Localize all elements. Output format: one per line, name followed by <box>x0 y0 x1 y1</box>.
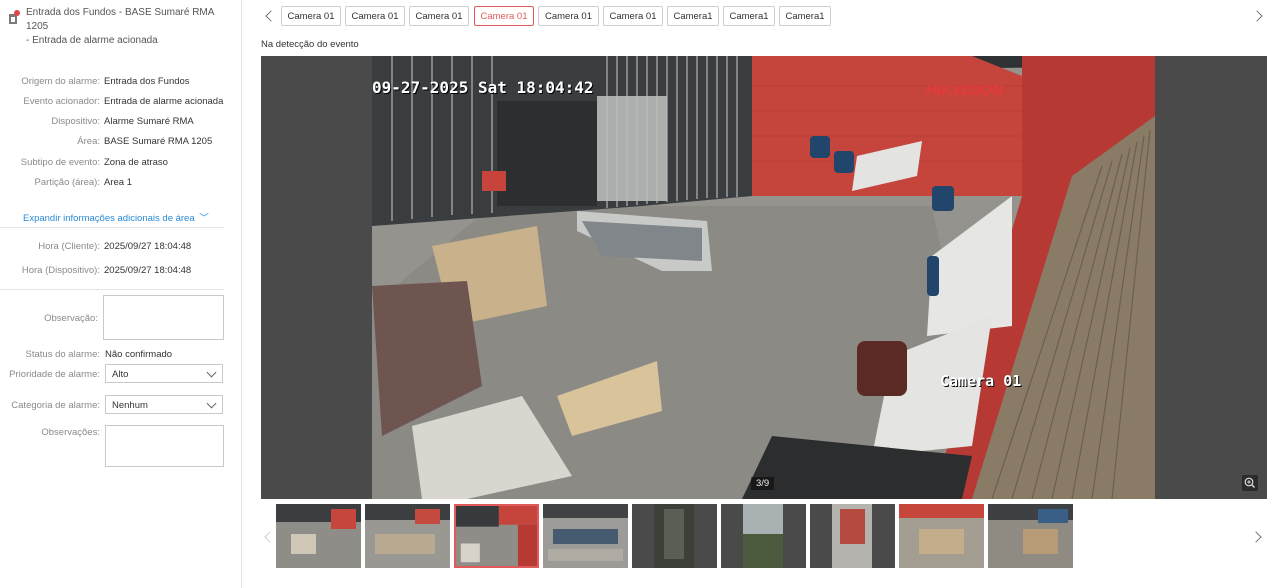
thumbnail[interactable] <box>632 504 717 568</box>
tab-camera[interactable]: Camera 01 <box>281 6 341 26</box>
detail-value: Entrada dos Fundos <box>104 76 190 87</box>
detail-value: Zona de atraso <box>104 157 168 168</box>
tab-camera[interactable]: Camera 01 <box>603 6 663 26</box>
category-label: Categoria de alarme: <box>11 400 100 411</box>
tab-camera[interactable]: Camera1 <box>779 6 831 26</box>
thumbnail-active[interactable] <box>454 504 539 568</box>
thumbnail[interactable] <box>276 504 361 568</box>
tab-camera[interactable]: Camera 01 <box>538 6 599 26</box>
divider <box>0 289 224 290</box>
detail-value: Area 1 <box>104 177 132 188</box>
thumbs-next-icon[interactable] <box>1250 531 1262 543</box>
detail-value: BASE Sumaré RMA 1205 <box>104 136 213 147</box>
observacoes-label: Observações: <box>41 427 100 438</box>
tabs-prev-icon[interactable] <box>265 10 277 22</box>
status-value: Não confirmado <box>105 349 173 360</box>
category-select[interactable]: Nenhum <box>105 395 223 414</box>
alarm-input-icon <box>9 10 20 24</box>
image-viewer[interactable]: 09-27-2025 Sat 18:04:42 HIKVISION Camera… <box>261 56 1267 499</box>
tab-camera[interactable]: Camera 01 <box>409 6 469 26</box>
tab-camera[interactable]: Camera 01 <box>345 6 405 26</box>
time-value: 2025/09/27 18:04:48 <box>104 265 192 276</box>
detail-label: Origem do alarme: <box>21 76 100 87</box>
chevron-down-icon <box>206 398 217 409</box>
detail-label: Evento acionador: <box>23 96 100 107</box>
status-label: Status do alarme: <box>25 349 100 360</box>
detail-row-dispositivo: Dispositivo: Alarme Sumaré RMA <box>0 115 241 129</box>
viewer-subtitle: Na detecção do evento <box>261 39 359 50</box>
observacoes-input[interactable] <box>105 425 224 467</box>
thumbnail[interactable] <box>899 504 984 568</box>
detail-value: Entrada de alarme acionada <box>104 96 224 107</box>
alarm-title: Entrada dos Fundos - BASE Sumaré RMA 120… <box>26 7 214 32</box>
status-row: Status do alarme: Não confirmado <box>0 348 241 362</box>
detail-label: Dispositivo: <box>51 116 100 127</box>
chevron-down-icon <box>206 367 217 378</box>
observacao-label: Observação: <box>44 313 98 324</box>
detail-row-evento: Evento acionador: Entrada de alarme acio… <box>0 95 241 109</box>
thumbnail[interactable] <box>810 504 895 568</box>
detail-label: Subtipo de evento: <box>20 157 100 168</box>
thumbnail[interactable] <box>543 504 628 568</box>
time-row-device: Hora (Dispositivo): 2025/09/27 18:04:48 <box>0 264 241 278</box>
zoom-in-icon <box>1244 477 1255 488</box>
detail-label: Partição (área): <box>34 177 100 188</box>
osd-camera-name: Camera 01 <box>940 372 1022 390</box>
time-label: Hora (Cliente): <box>38 241 100 252</box>
priority-select[interactable]: Alto <box>105 364 223 383</box>
thumbnail[interactable] <box>365 504 450 568</box>
tab-camera-active[interactable]: Camera 01 <box>474 6 534 26</box>
alarm-subtitle: - Entrada de alarme acionada <box>26 35 158 46</box>
zoom-in-button[interactable] <box>1242 475 1258 491</box>
expand-label: Expandir informações adicionais de área <box>23 213 195 224</box>
category-value: Nenhum <box>112 400 148 411</box>
time-label: Hora (Dispositivo): <box>21 265 100 276</box>
detail-label: Área: <box>77 136 100 147</box>
thumbnail[interactable] <box>988 504 1073 568</box>
time-row-client: Hora (Cliente): 2025/09/27 18:04:48 <box>0 240 241 254</box>
osd-timestamp: 09-27-2025 Sat 18:04:42 <box>372 78 594 97</box>
image-counter: 3/9 <box>751 477 775 490</box>
double-chevron-down-icon: ﹀ <box>199 213 209 224</box>
camera-snapshot <box>372 56 1155 499</box>
detail-row-subtipo: Subtipo de evento: Zona de atraso <box>0 156 241 170</box>
divider <box>0 227 224 228</box>
priority-label: Prioridade de alarme: <box>9 369 100 380</box>
expand-area-info-link[interactable]: Expandir informações adicionais de área … <box>23 210 209 224</box>
tab-camera[interactable]: Camera1 <box>723 6 775 26</box>
tab-camera[interactable]: Camera1 <box>667 6 719 26</box>
detail-row-area: Área: BASE Sumaré RMA 1205 <box>0 135 241 149</box>
detail-row-origem: Origem do alarme: Entrada dos Fundos <box>0 75 241 89</box>
detail-row-particao: Partição (área): Area 1 <box>0 176 241 190</box>
observacao-input[interactable] <box>103 295 224 340</box>
priority-value: Alto <box>112 369 129 380</box>
thumbs-prev-icon[interactable] <box>264 531 276 543</box>
tabs-next-icon[interactable] <box>1251 10 1263 22</box>
time-value: 2025/09/27 18:04:48 <box>104 241 192 252</box>
alarm-details-panel: Entrada dos Fundos - BASE Sumaré RMA 120… <box>0 0 242 588</box>
detail-value: Alarme Sumaré RMA <box>104 116 194 127</box>
thumbnail[interactable] <box>721 504 806 568</box>
osd-brand-logo: HIKVISION <box>926 82 1003 99</box>
